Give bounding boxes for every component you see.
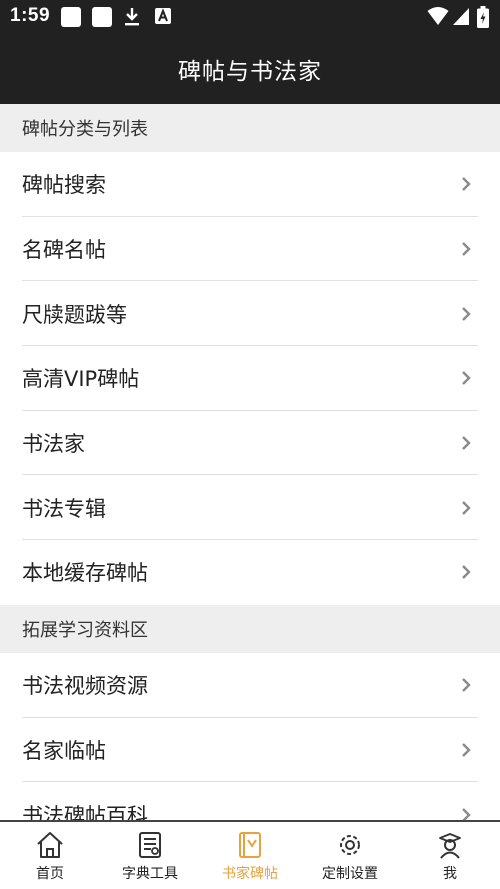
home-icon [37, 832, 63, 858]
page-title: 碑帖与书法家 [178, 59, 322, 85]
app-bar: 碑帖与书法家 [0, 34, 500, 104]
nav-custom-settings[interactable]: 定制设置 [300, 822, 400, 889]
list-item-label: 名碑名帖 [22, 238, 106, 263]
notification-square-icon [92, 7, 112, 27]
chevron-right-icon [462, 436, 471, 450]
chevron-right-icon [462, 242, 471, 256]
nav-label: 我 [443, 866, 457, 882]
list-item-label: 尺牍题跋等 [22, 302, 127, 327]
list-item-label: 本地缓存碑帖 [22, 561, 148, 586]
dictionary-icon [139, 832, 161, 858]
list-item-label: 高清VIP碑帖 [22, 367, 140, 392]
list-item-calligraphers[interactable]: 书法家 [0, 410, 500, 476]
nav-home[interactable]: 首页 [0, 822, 100, 889]
list-item-calligraphy-albums[interactable]: 书法专辑 [0, 475, 500, 541]
list-item-label: 书法家 [22, 432, 85, 457]
list-item-local-cache[interactable]: 本地缓存碑帖 [0, 540, 500, 605]
chevron-right-icon [462, 371, 471, 386]
chevron-right-icon [462, 678, 471, 693]
list-item-famous-steles[interactable]: 名碑名帖 [0, 216, 500, 282]
chevron-right-icon [462, 500, 471, 515]
bottom-navigation: 首页 字典工具 书家碑帖 定制设置 我 [0, 820, 500, 889]
nav-label: 首页 [36, 866, 64, 882]
wifi-icon [427, 7, 449, 25]
chevron-right-icon [462, 177, 471, 192]
nav-calligrapher-steles[interactable]: 书家碑帖 [200, 822, 300, 889]
signal-icon [453, 8, 469, 25]
list-item-label: 名家临帖 [22, 738, 106, 763]
nav-label: 字典工具 [122, 866, 178, 882]
chevron-right-icon [462, 565, 471, 580]
chevron-right-icon [462, 807, 471, 820]
list-item-label: 碑帖搜索 [22, 173, 106, 198]
menu-list[interactable]: 碑帖分类与列表 碑帖搜索 名碑名帖 尺牍题跋等 高清VIP碑帖 书法家 书法专辑… [0, 104, 500, 820]
list-item-master-copies[interactable]: 名家临帖 [0, 717, 500, 783]
settings-icon [340, 835, 360, 855]
section-header-categories: 碑帖分类与列表 [0, 104, 500, 152]
status-bar: 1:59 [0, 0, 500, 34]
list-item-stele-search[interactable]: 碑帖搜索 [0, 152, 500, 217]
chevron-right-icon [462, 742, 471, 757]
book-icon [239, 832, 261, 858]
nav-me[interactable]: 我 [400, 822, 500, 889]
notification-square-icon [61, 7, 81, 27]
profile-icon [439, 833, 461, 859]
list-item-video-resources[interactable]: 书法视频资源 [0, 652, 500, 718]
list-item-hd-vip-steles[interactable]: 高清VIP碑帖 [0, 346, 500, 411]
nav-label: 定制设置 [322, 866, 378, 882]
list-item-label: 书法专辑 [22, 496, 106, 521]
status-time: 1:59 [10, 5, 51, 26]
nav-dictionary-tools[interactable]: 字典工具 [100, 822, 200, 889]
nav-label: 书家碑帖 [222, 866, 278, 882]
battery-charging-icon [477, 6, 489, 28]
list-item-label: 书法视频资源 [22, 674, 148, 699]
accessibility-a-icon [155, 8, 171, 24]
list-item-label: 书法碑帖百科 [22, 803, 148, 820]
list-item-letters-inscriptions[interactable]: 尺牍题跋等 [0, 281, 500, 347]
section-header-extended-learning: 拓展学习资料区 [0, 604, 500, 653]
download-icon [125, 8, 139, 26]
chevron-right-icon [462, 306, 471, 321]
list-item-encyclopedia[interactable]: 书法碑帖百科 [0, 782, 500, 820]
